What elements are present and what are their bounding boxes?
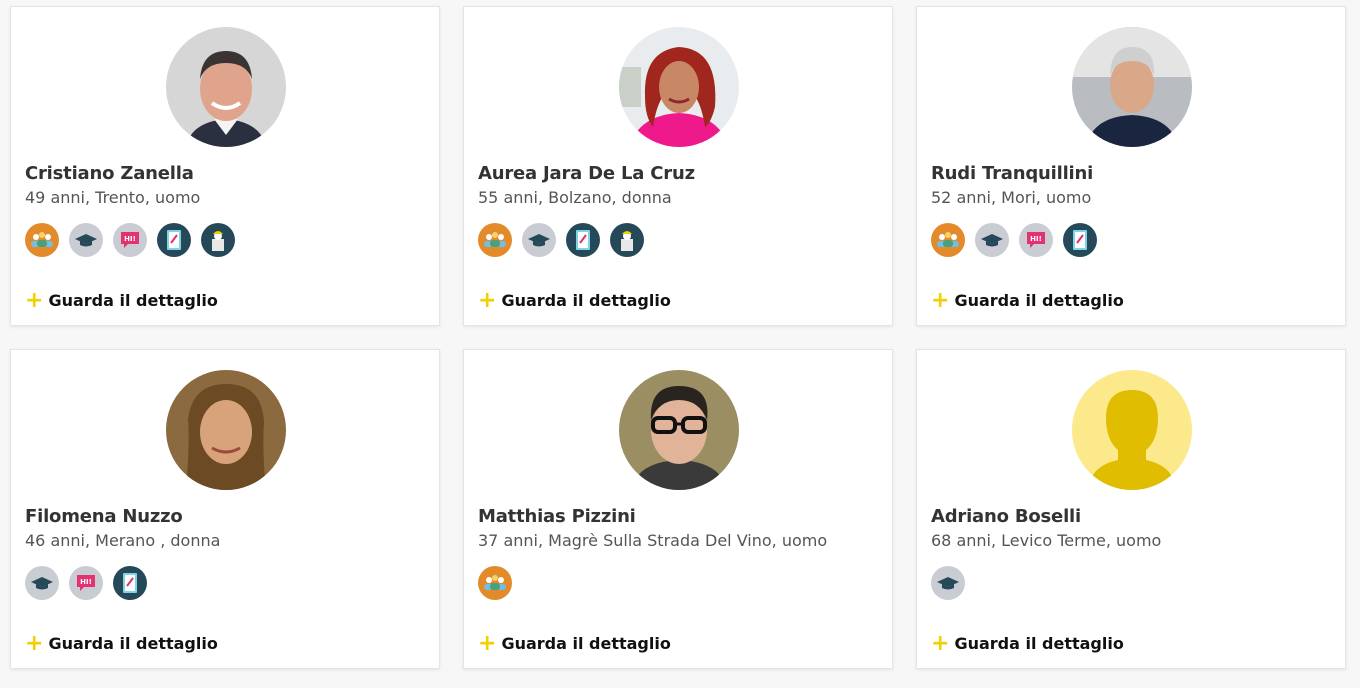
profile-card[interactable]: Filomena Nuzzo 46 anni, Merano , donna H…	[10, 349, 440, 669]
svg-text:HI!: HI!	[80, 578, 92, 586]
profile-card[interactable]: Adriano Boselli 68 anni, Levico Terme, u…	[916, 349, 1346, 669]
group-icon	[25, 223, 59, 257]
worker-icon	[201, 223, 235, 257]
profile-info: 52 anni, Mori, uomo	[931, 188, 1092, 207]
worker-icon	[610, 223, 644, 257]
detail-link-label: Guarda il dettaglio	[954, 634, 1124, 653]
profiles-grid: Cristiano Zanella 49 anni, Trento, uomo …	[0, 0, 1360, 688]
plus-icon: +	[931, 287, 950, 313]
avatar	[1072, 370, 1192, 490]
profile-card[interactable]: Aurea Jara De La Cruz 55 anni, Bolzano, …	[463, 6, 893, 326]
speech-bubble-icon: HI!	[1019, 223, 1053, 257]
avatar	[619, 370, 739, 490]
group-icon	[478, 223, 512, 257]
plus-icon: +	[25, 287, 44, 313]
profile-name: Matthias Pizzini	[478, 506, 636, 527]
profile-name: Aurea Jara De La Cruz	[478, 163, 695, 184]
detail-link-label: Guarda il dettaglio	[501, 634, 671, 653]
detail-link[interactable]: + Guarda il dettaglio	[931, 630, 1124, 656]
profile-name: Rudi Tranquillini	[931, 163, 1094, 184]
skill-icons	[478, 566, 512, 600]
profile-info: 55 anni, Bolzano, donna	[478, 188, 672, 207]
svg-text:HI!: HI!	[124, 235, 136, 243]
skill-icons: HI!	[25, 566, 147, 600]
group-icon	[931, 223, 965, 257]
profile-name: Filomena Nuzzo	[25, 506, 183, 527]
group-icon	[478, 566, 512, 600]
detail-link-label: Guarda il dettaglio	[954, 291, 1124, 310]
skill-icons	[931, 566, 965, 600]
document-icon	[566, 223, 600, 257]
profile-name: Cristiano Zanella	[25, 163, 194, 184]
profile-card[interactable]: Cristiano Zanella 49 anni, Trento, uomo …	[10, 6, 440, 326]
avatar	[619, 27, 739, 147]
detail-link-label: Guarda il dettaglio	[48, 291, 218, 310]
graduation-cap-icon	[25, 566, 59, 600]
profile-name: Adriano Boselli	[931, 506, 1081, 527]
graduation-cap-icon	[69, 223, 103, 257]
avatar	[1072, 27, 1192, 147]
detail-link[interactable]: + Guarda il dettaglio	[478, 287, 671, 313]
skill-icons	[478, 223, 644, 257]
plus-icon: +	[478, 630, 497, 656]
plus-icon: +	[931, 630, 950, 656]
svg-text:HI!: HI!	[1030, 235, 1042, 243]
detail-link[interactable]: + Guarda il dettaglio	[931, 287, 1124, 313]
avatar	[166, 27, 286, 147]
detail-link-label: Guarda il dettaglio	[501, 291, 671, 310]
profile-info: 46 anni, Merano , donna	[25, 531, 221, 550]
detail-link-label: Guarda il dettaglio	[48, 634, 218, 653]
speech-bubble-icon: HI!	[69, 566, 103, 600]
document-icon	[157, 223, 191, 257]
graduation-cap-icon	[522, 223, 556, 257]
avatar	[166, 370, 286, 490]
plus-icon: +	[478, 287, 497, 313]
speech-bubble-icon: HI!	[113, 223, 147, 257]
skill-icons: HI!	[931, 223, 1097, 257]
profile-card[interactable]: Rudi Tranquillini 52 anni, Mori, uomo HI…	[916, 6, 1346, 326]
plus-icon: +	[25, 630, 44, 656]
profile-info: 37 anni, Magrè Sulla Strada Del Vino, uo…	[478, 531, 828, 550]
profile-info: 68 anni, Levico Terme, uomo	[931, 531, 1162, 550]
skill-icons: HI!	[25, 223, 235, 257]
detail-link[interactable]: + Guarda il dettaglio	[478, 630, 671, 656]
graduation-cap-icon	[931, 566, 965, 600]
profile-card[interactable]: Matthias Pizzini 37 anni, Magrè Sulla St…	[463, 349, 893, 669]
detail-link[interactable]: + Guarda il dettaglio	[25, 287, 218, 313]
graduation-cap-icon	[975, 223, 1009, 257]
detail-link[interactable]: + Guarda il dettaglio	[25, 630, 218, 656]
profile-info: 49 anni, Trento, uomo	[25, 188, 201, 207]
document-icon	[1063, 223, 1097, 257]
document-icon	[113, 566, 147, 600]
